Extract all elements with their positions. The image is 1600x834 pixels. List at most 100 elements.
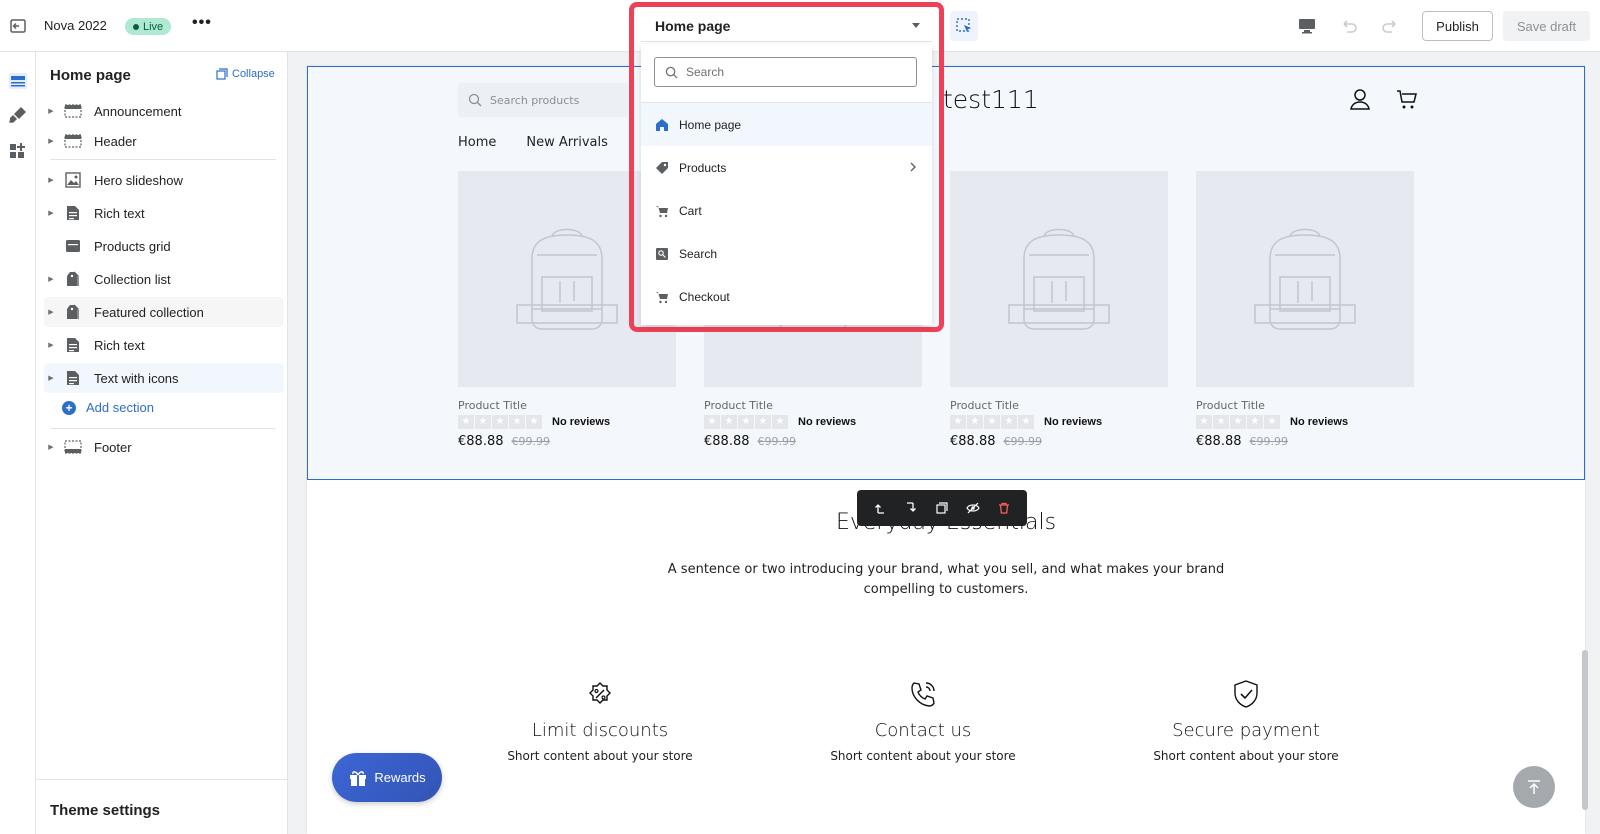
template-option-label: Cart — [679, 203, 702, 218]
star-rating-icons: ★ ★ ★ ★ ★ — [1196, 415, 1280, 429]
sidebar-item-label: Footer — [94, 439, 132, 455]
live-status-label: Live — [143, 20, 164, 33]
sidebar-item-collection-list[interactable]: ▶ Collection list — [44, 264, 284, 294]
publish-button[interactable]: Publish — [1422, 11, 1493, 41]
desktop-view-icon[interactable] — [1296, 16, 1318, 36]
gift-icon — [350, 770, 367, 786]
sidebar-item-announcement[interactable]: ▶ Announcement — [44, 96, 284, 126]
product-card[interactable]: Product Title ★ ★ ★ ★ ★ No reviews €88.88 €99… — [1196, 171, 1414, 449]
preview-scrollbar[interactable] — [1582, 650, 1588, 810]
sidebar-item-label: Collection list — [94, 271, 171, 287]
live-status-badge: Live — [125, 18, 172, 35]
sidebar-item-featured-collection[interactable]: ▶ Featured collection — [44, 297, 284, 327]
product-card[interactable]: Product Title ★ ★ ★ ★ ★ No reviews €88.88 €99… — [950, 171, 1168, 449]
rewards-button[interactable]: Rewards — [332, 753, 442, 802]
sidebar-item-label: Hero slideshow — [94, 172, 183, 188]
store-search-input[interactable]: Search products — [458, 83, 628, 117]
template-option-label: Home page — [679, 117, 742, 132]
collapse-icon — [216, 68, 228, 80]
store-logo-text[interactable]: test111 — [943, 85, 1039, 114]
selected-section-outline[interactable]: Search products test111 Home New Arrival… — [307, 66, 1585, 480]
template-option-label: Products — [679, 160, 727, 175]
sidebar-item-label: Header — [94, 133, 137, 149]
feature-text: Short content about your store — [507, 749, 693, 763]
shield-check-icon — [1230, 678, 1262, 710]
template-option-home-page[interactable]: Home page — [641, 103, 932, 146]
feature-text: Short content about your store — [830, 749, 1016, 763]
expand-arrow-icon[interactable]: ▶ — [44, 341, 58, 349]
cart-icon[interactable] — [1395, 87, 1419, 111]
product-title: Product Title — [458, 399, 527, 412]
redo-icon[interactable] — [1379, 16, 1401, 36]
collapse-button[interactable]: Collapse — [216, 68, 275, 80]
sidebar-item-label: Products grid — [94, 238, 171, 254]
sidebar-item-text-with-icons[interactable]: ▶ Text with icons — [44, 363, 284, 393]
exit-icon[interactable] — [8, 16, 28, 36]
template-search-input[interactable]: Search — [654, 57, 917, 87]
template-option-search[interactable]: Search — [641, 232, 932, 275]
hide-icon[interactable] — [964, 499, 982, 517]
template-option-products[interactable]: Products — [641, 146, 932, 189]
sections-icon[interactable] — [5, 70, 31, 92]
template-selector-button[interactable]: Home page — [641, 10, 932, 42]
sidebar-item-hero-slideshow[interactable]: ▶ Hero slideshow — [44, 165, 284, 195]
sidebar-item-rich-text[interactable]: ▶ Rich text — [44, 198, 284, 228]
sidebar-item-products-grid[interactable]: Products grid — [44, 231, 284, 261]
expand-arrow-icon[interactable]: ▶ — [44, 275, 58, 283]
add-section-button[interactable]: + Add section — [62, 400, 154, 415]
rewards-label: Rewards — [374, 770, 426, 785]
caret-down-icon — [912, 23, 920, 28]
sidebar-item-footer[interactable]: ▶ Footer — [44, 432, 284, 462]
feature-item: Contact us Short content about your stor… — [803, 678, 1043, 763]
expand-arrow-icon[interactable]: ▶ — [44, 137, 58, 145]
text-icon — [62, 204, 84, 222]
sidebar-item-label: Rich text — [94, 337, 145, 353]
divider — [50, 159, 276, 160]
expand-arrow-icon[interactable]: ▶ — [44, 176, 58, 184]
image-icon — [62, 171, 84, 189]
feature-item: Limit discounts Short content about your… — [480, 678, 720, 763]
sidebar-title: Home page — [50, 67, 131, 84]
star-rating-icons: ★ ★ ★ ★ ★ — [704, 415, 788, 429]
chevron-right-icon — [909, 161, 917, 176]
left-icon-rail — [0, 52, 36, 834]
product-price: €88.88 €99.99 — [950, 434, 1168, 449]
announcement-icon — [62, 102, 84, 120]
search-icon — [665, 66, 678, 79]
add-circle-icon: + — [62, 400, 76, 415]
inspector-select-button[interactable] — [950, 11, 978, 41]
delete-icon[interactable] — [995, 499, 1013, 517]
product-rating: ★ ★ ★ ★ ★ No reviews — [1196, 415, 1414, 429]
expand-arrow-icon[interactable]: ▶ — [44, 374, 58, 382]
sections-sidebar: Home page Collapse ▶ Announcement ▶ Head… — [36, 52, 288, 834]
theme-settings-button[interactable]: Theme settings — [36, 779, 288, 834]
save-draft-button[interactable]: Save draft — [1503, 11, 1590, 41]
template-option-cart[interactable]: Cart — [641, 189, 932, 232]
move-up-icon[interactable] — [871, 499, 889, 517]
header-icon — [62, 132, 84, 150]
apps-icon[interactable] — [5, 140, 31, 162]
undo-icon[interactable] — [1338, 16, 1360, 36]
collection-icon — [62, 303, 84, 321]
more-actions-button[interactable]: ••• — [192, 14, 212, 32]
template-selector-label: Home page — [655, 17, 731, 34]
move-down-icon[interactable] — [902, 499, 920, 517]
collection-icon — [62, 270, 84, 288]
expand-arrow-icon[interactable]: ▶ — [44, 209, 58, 217]
back-to-top-button[interactable] — [1513, 766, 1555, 808]
theme-brush-icon[interactable] — [5, 104, 31, 126]
sidebar-item-rich-text-2[interactable]: ▶ Rich text — [44, 330, 284, 360]
product-title: Product Title — [704, 399, 773, 412]
template-option-checkout[interactable]: Checkout — [641, 275, 932, 318]
star-rating-icons: ★ ★ ★ ★ ★ — [458, 415, 542, 429]
expand-arrow-icon[interactable]: ▶ — [44, 443, 58, 451]
nav-link-new-arrivals[interactable]: New Arrivals — [526, 135, 608, 150]
account-icon[interactable] — [1348, 87, 1372, 111]
nav-link-home[interactable]: Home — [458, 135, 496, 150]
expand-arrow-icon[interactable]: ▶ — [44, 308, 58, 316]
expand-arrow-icon[interactable]: ▶ — [44, 107, 58, 115]
sidebar-item-header[interactable]: ▶ Header — [44, 126, 284, 156]
store-name: Nova 2022 — [44, 18, 107, 33]
phone-icon — [907, 678, 939, 710]
duplicate-icon[interactable] — [933, 499, 951, 517]
